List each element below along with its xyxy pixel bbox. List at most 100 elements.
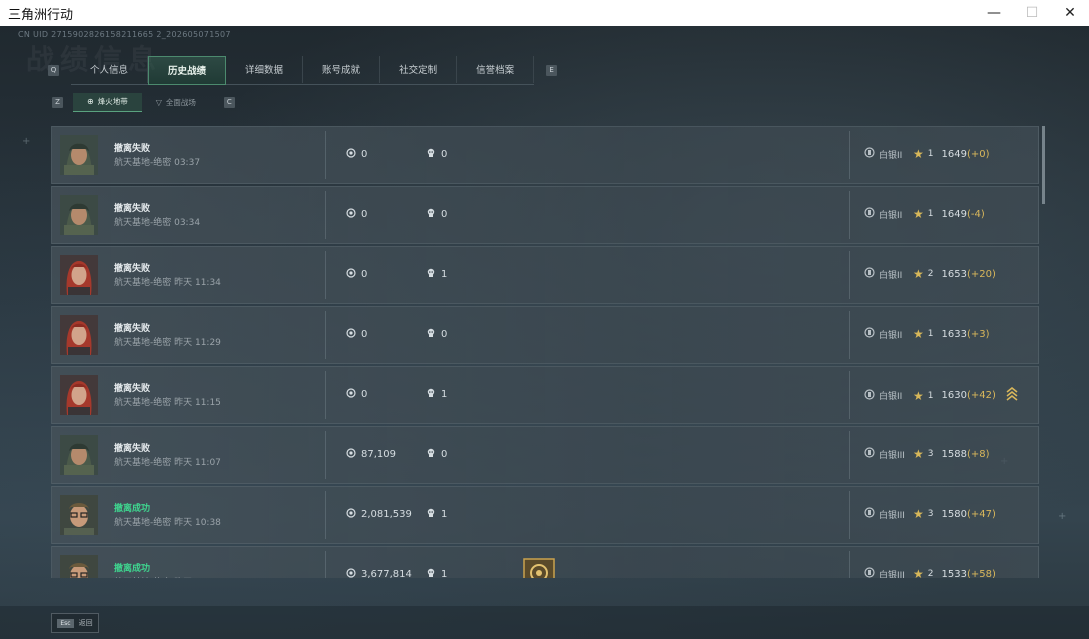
operator-avatar [60,555,98,578]
rank-medal-icon [864,507,875,521]
rank-score: 1649 [941,148,967,160]
operator-avatar [60,255,98,295]
divider [849,191,850,239]
map-and-time: 航天基地-绝密 昨天 11:29 [114,338,221,348]
kill-count: 0 [426,208,447,221]
loot-value-text: 0 [361,209,368,220]
operator-avatar [60,375,98,415]
match-row[interactable]: 撤离成功航天基地-绝密 昨天 10:19 3,677,814 1 白银III ★2 153… [51,546,1039,578]
map-and-time: 航天基地-绝密 03:37 [114,158,201,168]
extraction-status: 撤离成功 [114,504,151,514]
extraction-status: 撤离失败 [114,444,151,454]
loot-value: 0 [346,268,367,281]
match-row[interactable]: 撤离失败 航天基地-绝密 昨天 11:34 0 1 白银II ★ 2 1653 (+20) [51,246,1039,304]
tab-reputation[interactable]: 信誉档案 [457,55,535,83]
skull-icon [426,388,436,401]
next-tab-key[interactable]: E [546,64,558,76]
extraction-status: 撤离成功 [114,564,151,574]
window-title: 三角洲行动 [8,6,74,22]
mode-tab-warfare[interactable]: ▽ 全面战场 [142,93,210,111]
match-row[interactable]: 撤离失败 航天基地-绝密 昨天 11:15 0 1 白银II ★ 1 1630 (+42) [51,366,1039,424]
rank-score: 1533 [941,568,967,579]
coin-icon [346,328,356,341]
rank-stars: 2 [927,269,934,279]
rank-name: 白银III [879,510,905,521]
tab-social-custom[interactable]: 社交定制 [380,55,458,83]
divider [849,371,850,419]
tab-detailed-data[interactable]: 详细数据 [226,55,304,83]
mode-tab-extraction[interactable]: ⊕ 烽火地带 [73,92,142,112]
skull-icon [426,508,436,521]
score-delta: (+0) [966,148,990,160]
extraction-status: 撤离失败 [114,144,151,154]
loot-value-text: 0 [361,389,368,400]
map-and-time: 航天基地-绝密 03:34 [114,218,201,228]
minimize-button[interactable]: — [975,0,1013,26]
rank-score: 1633 [941,328,967,340]
back-button[interactable]: Esc 返回 [51,613,99,633]
star-icon: ★ [913,327,924,341]
rank-stars: 1 [927,149,934,159]
kill-count: 1 [426,388,447,401]
score-delta: (+58) [966,568,996,579]
decor-cross-icon: + [1058,511,1067,522]
divider [849,491,850,539]
kill-count-text: 1 [441,389,448,400]
window-titlebar: 三角洲行动 — ☐ ✕ [0,0,1089,26]
rank-stars: 1 [927,329,934,339]
divider [849,551,850,578]
star-icon: ★ [913,507,924,521]
mode-tab-label: 全面战场 [165,97,196,107]
mode-tab-label: 烽火地带 [97,97,128,106]
rank-info: 白银II ★ 1 1633 (+3) [864,327,990,341]
rank-stars: 1 [927,390,934,401]
rank-score: 1580 [941,508,967,520]
match-row[interactable]: 撤离失败 航天基地-绝密 昨天 11:07 87,109 0 白银III ★ 3 1588 (+… [51,426,1039,484]
prev-tab-key[interactable]: Q [48,64,59,76]
game-viewport: 战绩信息 CN UID 2715902826158211665 2_202605… [0,26,1089,639]
tab-personal-info[interactable]: 个人信息 [71,55,149,83]
rank-info: 白银III ★ 3 1580 (+47) [864,507,996,521]
maximize-button[interactable]: ☐ [1013,0,1051,26]
divider [325,191,326,239]
match-row[interactable]: 撤离失败 航天基地-绝密 03:34 0 0 白银II ★ 1 1649 (-4) [51,186,1039,244]
tab-match-history[interactable]: 历史战绩 [148,55,227,85]
rank-stars: 3 [927,449,934,459]
tab-achievements[interactable]: 账号成就 [303,55,381,83]
rank-info: 白银II ★ 1 1630 (+42) [864,386,1018,404]
loot-value: 0 [346,328,367,341]
star-icon: ★ [913,447,924,461]
main-tab-bar: Q 个人信息 历史战绩 详细数据 账号成就 社交定制 信誉档案 E [48,55,558,85]
operator-avatar [60,435,98,475]
map-and-time: 航天基地-绝密 昨天 10:19 [114,575,221,578]
rank-score: 1588 [941,448,967,460]
list-scrollbar[interactable] [1042,126,1045,204]
map-and-time: 航天基地-绝密 昨天 10:38 [114,518,221,528]
next-mode-key[interactable]: C [223,96,235,108]
extraction-status: 撤离失败 [114,384,151,394]
match-row[interactable]: 撤离失败 航天基地-绝密 昨天 11:29 0 0 白银II ★ 1 1633 (+3) [51,306,1039,364]
match-row[interactable]: 撤离成功 航天基地-绝密 昨天 10:38 2,081,539 1 白银III ★ 3 158… [51,486,1039,544]
extraction-status: 撤离失败 [114,204,151,214]
loot-value-text: 3,677,814 [361,569,412,578]
rank-stars: 1 [927,209,934,219]
score-delta: (+3) [966,328,990,340]
treasure-item-icon[interactable] [523,558,555,578]
skull-icon [426,148,436,161]
shield-icon: ▽ [155,97,162,107]
kill-count-text: 0 [441,149,448,160]
coin-icon [346,448,356,461]
loot-value-text: 0 [361,269,368,280]
star-icon: ★ [913,147,924,161]
match-history-list: 撤离失败 航天基地-绝密 03:37 0 0 白银II ★ 1 1649 (+0) 撤离失败 航天基… [51,126,1039,578]
prev-mode-key[interactable]: Z [52,96,63,108]
rank-name: 白银III [879,450,905,461]
close-button[interactable]: ✕ [1051,0,1089,26]
match-row[interactable]: 撤离失败 航天基地-绝密 03:37 0 0 白银II ★ 1 1649 (+0) [51,126,1039,184]
operator-avatar [60,495,98,535]
kill-count-text: 0 [441,209,448,220]
kill-count-text: 1 [441,269,448,280]
decor-cross-icon: + [22,136,31,147]
operator-avatar [60,195,98,235]
divider [325,431,326,479]
